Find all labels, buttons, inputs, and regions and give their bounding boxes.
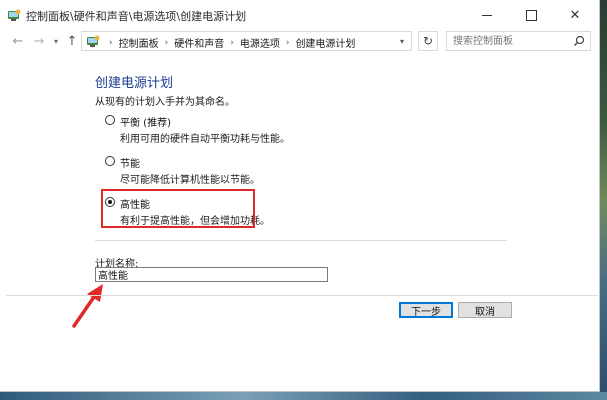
arrow-right-icon: → <box>33 33 45 49</box>
desktop-wallpaper-bottom <box>0 392 607 400</box>
chevron-down-icon: ▾ <box>399 36 404 46</box>
plan-name[interactable]: 平衡 (推荐) <box>120 114 171 129</box>
close-button[interactable]: ✕ <box>553 0 597 30</box>
chevron-right-icon[interactable]: › <box>230 38 234 48</box>
search-box[interactable] <box>446 31 591 51</box>
maximize-button[interactable] <box>509 0 553 30</box>
arrow-left-icon: ← <box>12 33 24 49</box>
forward-button[interactable]: → <box>30 31 48 51</box>
search-icon <box>574 35 585 46</box>
plan-description: 尽可能降低计算机性能以节能。 <box>120 175 260 186</box>
chevron-right-icon[interactable]: › <box>286 38 290 48</box>
annotation-highlight-box <box>101 189 255 228</box>
arrow-up-icon: ↑ <box>66 33 78 49</box>
breadcrumb-create-power-plan[interactable]: 创建电源计划 <box>295 35 355 50</box>
control-panel-window: 控制面板\硬件和声音\电源选项\创建电源计划 ✕ ← → ▾ ↑ › 控制面板 <box>0 0 600 392</box>
plan-name[interactable]: 节能 <box>120 155 140 170</box>
refresh-icon: ↻ <box>422 34 434 48</box>
cancel-button[interactable]: 取消 <box>458 302 512 318</box>
radio-button[interactable] <box>105 156 115 166</box>
chevron-right-icon[interactable]: › <box>165 38 169 48</box>
page-title: 创建电源计划 <box>95 76 174 91</box>
minimize-button[interactable] <box>465 0 509 30</box>
radio-button[interactable] <box>105 115 115 125</box>
minimize-icon <box>482 14 492 16</box>
up-button[interactable]: ↑ <box>63 31 81 51</box>
breadcrumb-power-options[interactable]: 电源选项 <box>240 35 280 50</box>
window-title: 控制面板\硬件和声音\电源选项\创建电源计划 <box>26 10 247 23</box>
chevron-down-icon: ▾ <box>53 36 58 46</box>
search-input[interactable] <box>447 32 573 50</box>
next-button[interactable]: 下一步 <box>399 302 453 318</box>
plan-name-input[interactable] <box>95 267 328 282</box>
back-button[interactable]: ← <box>9 31 27 51</box>
refresh-button[interactable]: ↻ <box>418 31 438 51</box>
address-dropdown-button[interactable]: ▾ <box>395 33 409 49</box>
page-subtitle: 从现有的计划入手并为其命名。 <box>95 97 235 108</box>
breadcrumb-hardware-sound[interactable]: 硬件和声音 <box>174 35 224 50</box>
annotation-arrow <box>72 284 103 328</box>
breadcrumb: › 控制面板 › 硬件和声音 › 电源选项 › 创建电源计划 <box>103 35 355 51</box>
divider <box>95 240 507 241</box>
title-bar[interactable]: 控制面板\硬件和声音\电源选项\创建电源计划 ✕ <box>0 0 599 30</box>
breadcrumb-control-panel[interactable]: 控制面板 <box>119 35 159 50</box>
footer-divider <box>6 295 598 296</box>
recent-locations-button[interactable]: ▾ <box>50 31 62 51</box>
plan-description: 利用可用的硬件自动平衡功耗与性能。 <box>120 134 290 145</box>
address-bar[interactable]: › 控制面板 › 硬件和声音 › 电源选项 › 创建电源计划 ▾ <box>81 31 412 51</box>
close-icon: ✕ <box>569 7 581 23</box>
chevron-right-icon: › <box>109 37 113 48</box>
maximize-icon <box>525 9 537 21</box>
desktop-wallpaper <box>600 0 607 400</box>
control-panel-icon <box>87 35 100 47</box>
control-panel-icon <box>8 9 21 21</box>
